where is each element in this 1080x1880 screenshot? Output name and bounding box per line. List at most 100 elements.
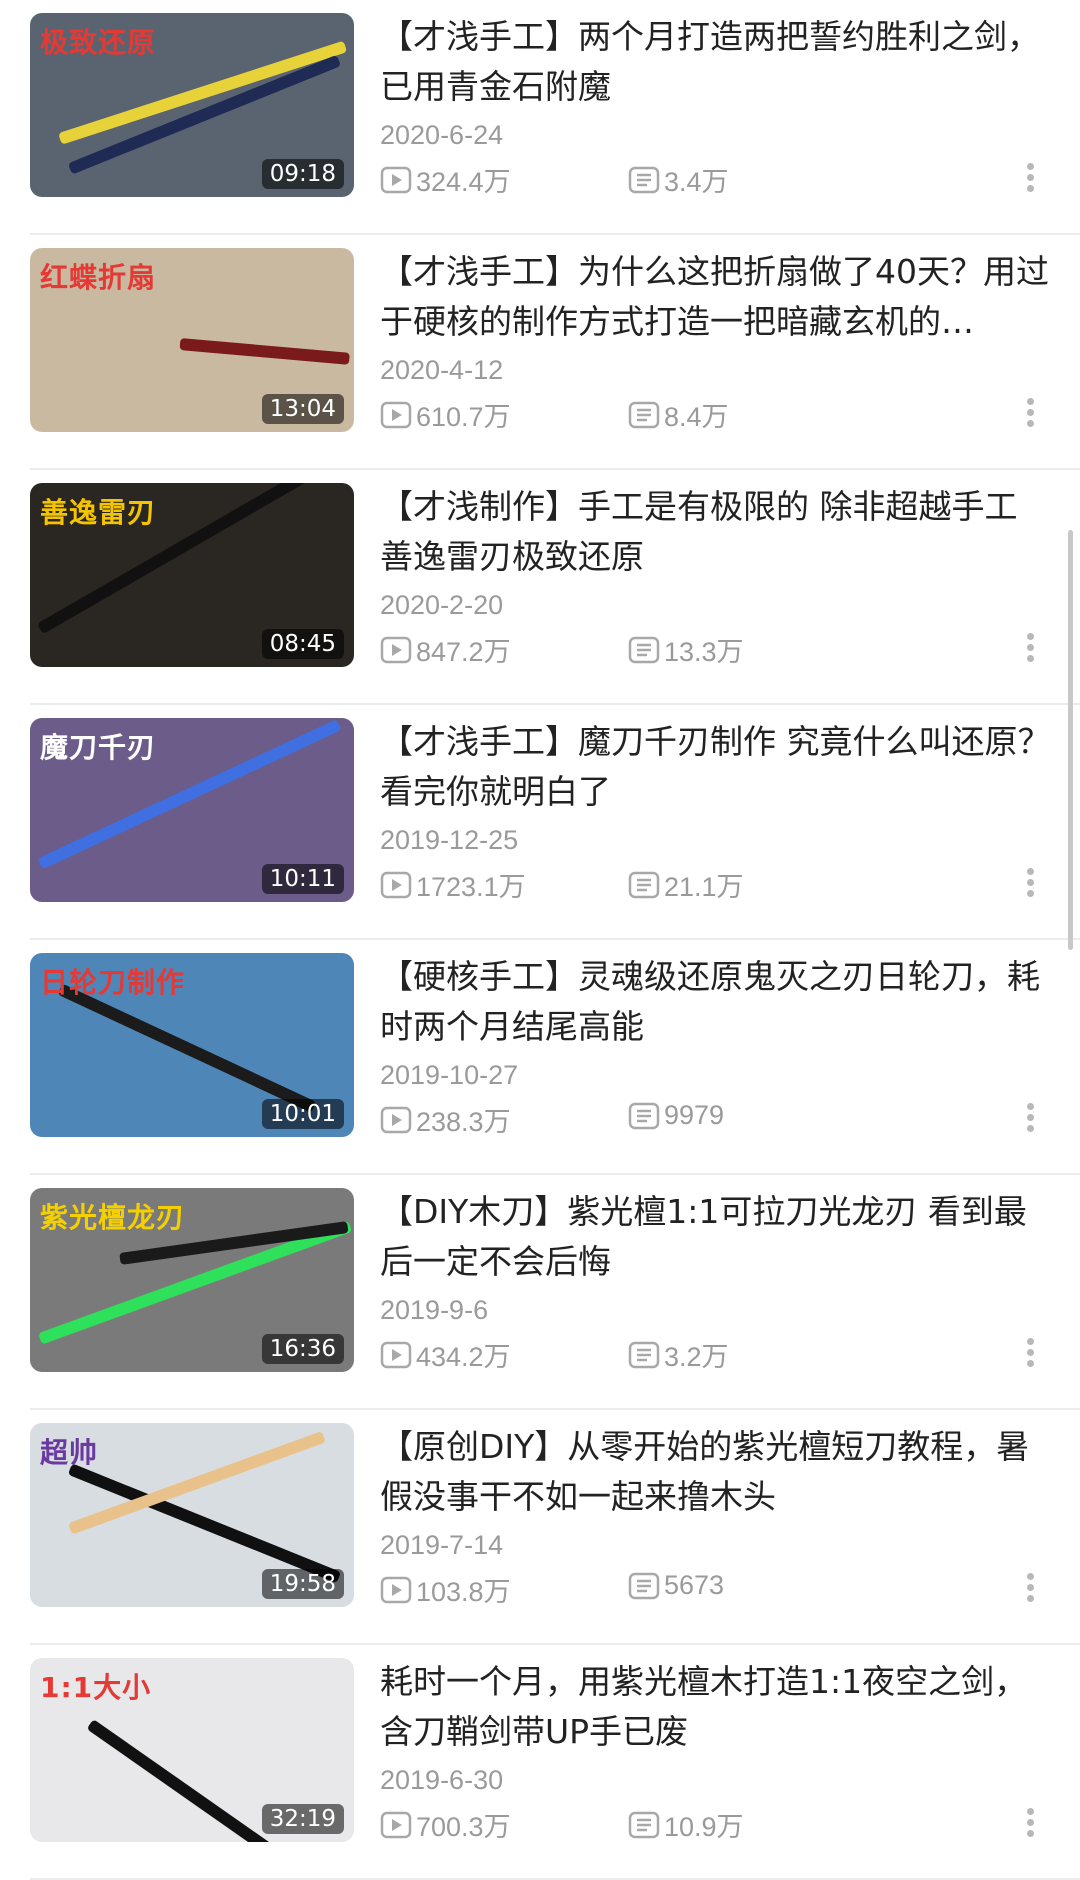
- video-thumbnail[interactable]: 善逸雷刃 08:45: [30, 483, 354, 667]
- view-count-value: 434.2万: [416, 1342, 511, 1372]
- video-item[interactable]: 1:1大小 32:19 耗时一个月，用紫光檀木打造1:1夜空之剑，含刀鞘剑带UP…: [0, 1645, 1080, 1880]
- video-thumbnail[interactable]: 紫光檀龙刃 16:36: [30, 1188, 354, 1372]
- video-stats: 103.8万 5673: [380, 1570, 1080, 1609]
- danmaku-icon: [628, 166, 660, 193]
- video-stats: 610.7万 8.4万: [380, 395, 1080, 434]
- video-duration: 16:36: [261, 1334, 344, 1364]
- thumbnail-caption: 善逸雷刃: [40, 496, 157, 529]
- play-count-icon: [380, 871, 412, 898]
- thumbnail-graphic: [57, 983, 317, 1113]
- video-item[interactable]: 善逸雷刃 08:45 【才浅制作】手工是有极限的 除非超越手工 善逸雷刃极致还原…: [0, 470, 1080, 705]
- video-title[interactable]: 【硬核手工】灵魂级还原鬼灭之刃日轮刀，耗时两个月结尾高能: [380, 952, 1055, 1052]
- view-count: 238.3万: [380, 1100, 511, 1139]
- video-thumbnail[interactable]: 超帅 19:58: [30, 1423, 354, 1607]
- thumbnail-graphic: [37, 1220, 353, 1345]
- danmaku-count: 3.4万: [628, 160, 729, 199]
- video-title[interactable]: 【原创DIY】从零开始的紫光檀短刀教程，暑假没事干不如一起来撸木头: [380, 1422, 1055, 1522]
- thumbnail-caption: 魔刀千刃: [40, 731, 157, 764]
- play-count-icon: [380, 1341, 412, 1368]
- video-thumbnail[interactable]: 1:1大小 32:19: [30, 1658, 354, 1842]
- upload-date: 2019-10-27: [380, 1060, 519, 1090]
- more-options-icon[interactable]: [1015, 1570, 1045, 1610]
- video-title[interactable]: 耗时一个月，用紫光檀木打造1:1夜空之剑，含刀鞘剑带UP手已废: [380, 1657, 1055, 1757]
- danmaku-count: 9979: [628, 1100, 724, 1131]
- video-item[interactable]: 极致还原 09:18 【才浅手工】两个月打造两把誓约胜利之剑，已用青金石附魔 2…: [0, 0, 1080, 235]
- more-options-icon[interactable]: [1015, 630, 1045, 670]
- danmaku-count: 13.3万: [628, 630, 744, 669]
- video-thumbnail[interactable]: 红蝶折扇 13:04: [30, 248, 354, 432]
- play-count-icon: [380, 1811, 412, 1838]
- play-count-icon: [380, 401, 412, 428]
- upload-date: 2020-6-24: [380, 120, 504, 150]
- more-options-icon[interactable]: [1015, 865, 1045, 905]
- upload-date: 2019-7-14: [380, 1530, 504, 1560]
- video-item[interactable]: 魔刀千刃 10:11 【才浅手工】魔刀千刃制作 究竟什么叫还原？看完你就明白了 …: [0, 705, 1080, 940]
- danmaku-count-value: 13.3万: [664, 637, 744, 667]
- more-options-icon[interactable]: [1015, 1335, 1045, 1375]
- danmaku-count-value: 5673: [664, 1570, 725, 1600]
- thumbnail-caption: 极致还原: [40, 26, 157, 59]
- view-count-value: 700.3万: [416, 1812, 511, 1842]
- more-options-icon[interactable]: [1015, 1100, 1045, 1140]
- view-count-value: 324.4万: [416, 167, 511, 197]
- video-item[interactable]: 日轮刀制作 10:01 【硬核手工】灵魂级还原鬼灭之刃日轮刀，耗时两个月结尾高能…: [0, 940, 1080, 1175]
- play-count-icon: [380, 636, 412, 663]
- video-title[interactable]: 【才浅手工】为什么这把折扇做了40天？用过于硬核的制作方式打造一把暗藏玄机的…: [380, 247, 1055, 347]
- danmaku-icon: [628, 1102, 660, 1129]
- upload-date: 2020-2-20: [380, 590, 504, 620]
- video-thumbnail[interactable]: 极致还原 09:18: [30, 13, 354, 197]
- scrollbar[interactable]: [1068, 530, 1073, 950]
- video-stats: 238.3万 9979: [380, 1100, 1080, 1139]
- video-item[interactable]: 红蝶折扇 13:04 【才浅手工】为什么这把折扇做了40天？用过于硬核的制作方式…: [0, 235, 1080, 470]
- thumbnail-caption: 紫光檀龙刃: [40, 1201, 186, 1234]
- thumbnail-caption: 红蝶折扇: [40, 261, 157, 294]
- view-count: 610.7万: [380, 395, 511, 434]
- video-duration: 10:01: [261, 1099, 344, 1129]
- view-count: 1723.1万: [380, 865, 526, 904]
- video-title[interactable]: 【才浅手工】两个月打造两把誓约胜利之剑，已用青金石附魔: [380, 12, 1055, 112]
- video-title[interactable]: 【才浅制作】手工是有极限的 除非超越手工 善逸雷刃极致还原: [380, 482, 1055, 582]
- play-count-icon: [380, 1576, 412, 1603]
- video-duration: 32:19: [261, 1804, 344, 1834]
- video-stats: 434.2万 3.2万: [380, 1335, 1080, 1374]
- more-options-icon[interactable]: [1015, 160, 1045, 200]
- danmaku-icon: [628, 401, 660, 428]
- video-duration: 10:11: [261, 864, 344, 894]
- thumbnail-graphic: [179, 338, 350, 365]
- danmaku-count-value: 21.1万: [664, 872, 744, 902]
- play-count-icon: [380, 166, 412, 193]
- more-options-icon[interactable]: [1015, 395, 1045, 435]
- danmaku-count: 5673: [628, 1570, 724, 1601]
- danmaku-count-value: 3.2万: [664, 1342, 729, 1372]
- danmaku-count: 3.2万: [628, 1335, 729, 1374]
- thumbnail-caption: 超帅: [40, 1436, 99, 1469]
- danmaku-icon: [628, 636, 660, 663]
- view-count-value: 1723.1万: [416, 872, 526, 902]
- video-thumbnail[interactable]: 魔刀千刃 10:11: [30, 718, 354, 902]
- danmaku-count: 8.4万: [628, 395, 729, 434]
- video-item[interactable]: 超帅 19:58 【原创DIY】从零开始的紫光檀短刀教程，暑假没事干不如一起来撸…: [0, 1410, 1080, 1645]
- view-count-value: 847.2万: [416, 637, 511, 667]
- thumbnail-graphic: [67, 54, 342, 175]
- danmaku-count-value: 3.4万: [664, 167, 729, 197]
- danmaku-icon: [628, 1341, 660, 1368]
- view-count: 700.3万: [380, 1805, 511, 1844]
- video-duration: 08:45: [261, 629, 344, 659]
- view-count: 434.2万: [380, 1335, 511, 1374]
- video-stats: 1723.1万 21.1万: [380, 865, 1080, 904]
- danmaku-count: 10.9万: [628, 1805, 744, 1844]
- view-count: 324.4万: [380, 160, 511, 199]
- more-options-icon[interactable]: [1015, 1805, 1045, 1845]
- video-thumbnail[interactable]: 日轮刀制作 10:01: [30, 953, 354, 1137]
- video-title[interactable]: 【DIY木刀】紫光檀1:1可拉刀光龙刃 看到最后一定不会后悔: [380, 1187, 1055, 1287]
- video-item[interactable]: 紫光檀龙刃 16:36 【DIY木刀】紫光檀1:1可拉刀光龙刃 看到最后一定不会…: [0, 1175, 1080, 1410]
- video-duration: 13:04: [261, 394, 344, 424]
- view-count-value: 103.8万: [416, 1577, 511, 1607]
- danmaku-count-value: 8.4万: [664, 402, 729, 432]
- view-count-value: 610.7万: [416, 402, 511, 432]
- view-count: 847.2万: [380, 630, 511, 669]
- upload-date: 2019-9-6: [380, 1295, 489, 1325]
- view-count: 103.8万: [380, 1570, 511, 1609]
- danmaku-icon: [628, 1572, 660, 1599]
- video-title[interactable]: 【才浅手工】魔刀千刃制作 究竟什么叫还原？看完你就明白了: [380, 717, 1055, 817]
